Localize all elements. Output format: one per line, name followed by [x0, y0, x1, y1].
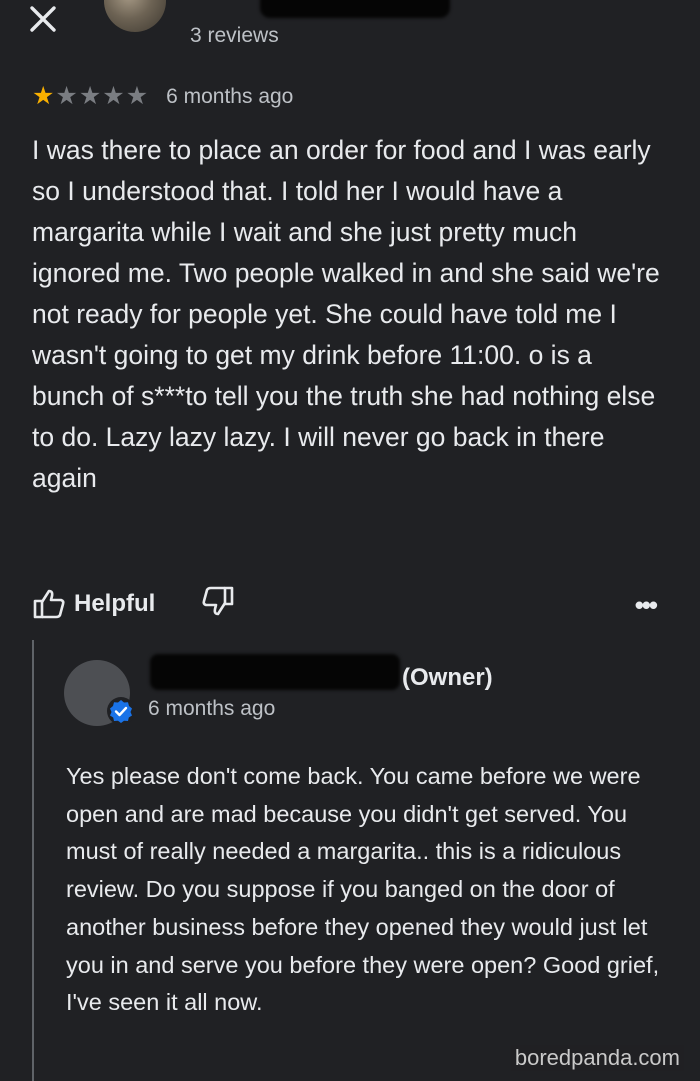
owner-response-date: 6 months ago	[148, 697, 276, 720]
star-icon: ★	[55, 82, 78, 110]
thumbs-up-icon	[33, 589, 65, 618]
star-icon: ★	[32, 82, 55, 110]
star-rating: ★ ★ ★ ★ ★	[32, 84, 148, 109]
redaction-area	[20, 392, 690, 442]
more-options-button[interactable]: •••	[635, 590, 658, 621]
verified-badge	[107, 697, 135, 725]
close-icon	[30, 6, 56, 32]
review-date: 6 months ago	[166, 84, 294, 108]
owner-tag: (Owner)	[402, 664, 493, 691]
watermark: boredpanda.com	[510, 1045, 684, 1071]
redacted-owner-name	[150, 654, 400, 690]
review-actions: Helpful	[32, 584, 235, 623]
verified-check-icon	[110, 700, 132, 723]
thumbs-down-icon	[202, 586, 234, 616]
star-icon: ★	[102, 82, 125, 110]
redacted-reviewer-name	[260, 0, 450, 18]
close-button[interactable]	[24, 2, 60, 38]
reviewer-avatar[interactable]	[104, 0, 166, 32]
rating-row: ★ ★ ★ ★ ★ 6 months ago	[32, 84, 293, 109]
star-icon: ★	[78, 82, 102, 110]
unhelpful-button[interactable]	[201, 584, 235, 623]
reviewer-review-count[interactable]: 3 reviews	[190, 24, 279, 48]
owner-response-divider	[32, 640, 34, 1081]
owner-response-text: Yes please don't come back. You came bef…	[66, 763, 660, 1016]
star-icon: ★	[125, 82, 149, 110]
helpful-label: Helpful	[74, 589, 156, 617]
review-text: I was there to place an order for food a…	[32, 135, 660, 493]
helpful-button[interactable]: Helpful	[32, 587, 155, 621]
